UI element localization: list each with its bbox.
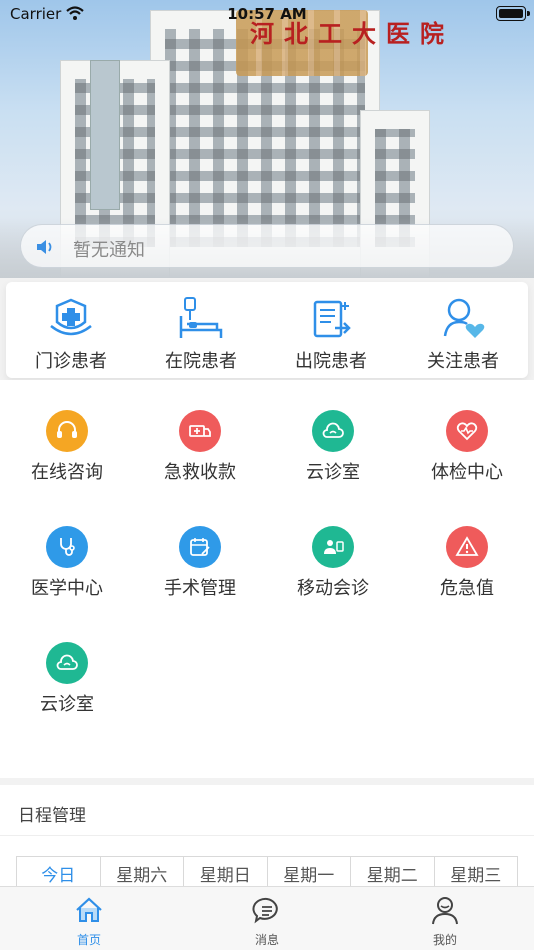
discharge-icon — [313, 300, 351, 338]
feature-label: 体检中心 — [431, 462, 503, 483]
cloud-clinic-icon — [322, 422, 344, 438]
card-discharged[interactable]: 出院患者 — [266, 282, 396, 378]
feature-label: 手术管理 — [164, 578, 236, 599]
ambulance-icon — [189, 425, 211, 437]
card-label: 出院患者 — [295, 351, 367, 372]
calendar-pen-icon — [190, 538, 210, 556]
tab-bar: 首页 消息 我的 — [0, 886, 534, 950]
battery-icon — [496, 6, 530, 21]
feature-medical-center[interactable]: 医学中心 — [0, 526, 134, 626]
feature-label: 危急值 — [440, 578, 494, 599]
card-followed[interactable]: 关注患者 — [398, 282, 528, 378]
feature-health-check[interactable]: 体检中心 — [400, 410, 534, 510]
notice-text: 暂无通知 — [73, 240, 145, 261]
stethoscope-icon — [60, 538, 75, 556]
follow-heart-icon — [443, 298, 485, 338]
cloud-clinic-icon — [56, 654, 78, 670]
tab-label: 首页 — [76, 933, 101, 947]
card-label: 门诊患者 — [35, 351, 107, 372]
card-label: 关注患者 — [427, 351, 499, 372]
feature-surgery-management[interactable]: 手术管理 — [133, 526, 267, 626]
card-inpatient[interactable]: 在院患者 — [136, 282, 266, 378]
heart-pulse-icon — [456, 422, 478, 441]
feature-label: 急救收款 — [164, 462, 236, 483]
feature-label: 云诊室 — [306, 462, 360, 483]
feature-label: 在线咨询 — [31, 462, 103, 483]
feature-label: 移动会诊 — [297, 578, 369, 599]
status-bar: Carrier 10:57 AM — [0, 0, 534, 28]
card-outpatient[interactable]: 门诊患者 — [6, 282, 136, 378]
feature-online-consult[interactable]: 在线咨询 — [0, 410, 134, 510]
home-icon — [76, 897, 102, 922]
notice-bar[interactable]: 暂无通知 — [20, 224, 514, 268]
card-label: 在院患者 — [165, 351, 237, 372]
feature-label: 医学中心 — [31, 578, 103, 599]
vertical-banner — [90, 60, 120, 210]
tab-messages[interactable]: 消息 — [178, 887, 356, 950]
tab-profile[interactable]: 我的 — [356, 887, 534, 950]
schedule-title: 日程管理 — [18, 806, 86, 826]
headset-icon — [57, 421, 77, 438]
tab-label: 消息 — [254, 933, 279, 947]
inpatient-bed-icon — [179, 297, 223, 338]
tab-home[interactable]: 首页 — [0, 887, 178, 950]
feature-grid: 在线咨询 急救收款 云诊室 体检中心 医学中心 手术管理 移动会诊 危急值 云诊… — [0, 380, 534, 778]
feature-mobile-consult[interactable]: 移动会诊 — [266, 526, 400, 626]
outpatient-icon — [50, 298, 92, 336]
tab-label: 我的 — [432, 933, 457, 947]
feature-cloud-clinic[interactable]: 云诊室 — [266, 410, 400, 510]
video-consult-icon — [324, 540, 344, 554]
feature-emergency-payment[interactable]: 急救收款 — [133, 410, 267, 510]
speaker-icon — [37, 240, 52, 254]
profile-icon — [432, 897, 458, 925]
feature-critical-value[interactable]: 危急值 — [400, 526, 534, 626]
feature-label: 云诊室 — [40, 694, 94, 715]
status-time: 10:57 AM — [227, 5, 307, 23]
feature-cloud-clinic-2[interactable]: 云诊室 — [0, 642, 134, 742]
warning-icon — [455, 536, 479, 556]
patient-categories: 门诊患者 在院患者 出院患者 关注患者 — [6, 282, 528, 378]
schedule-section: 日程管理 今日 星期六 星期日 星期一 星期二 星期三 — [0, 785, 534, 896]
message-icon — [252, 897, 278, 924]
